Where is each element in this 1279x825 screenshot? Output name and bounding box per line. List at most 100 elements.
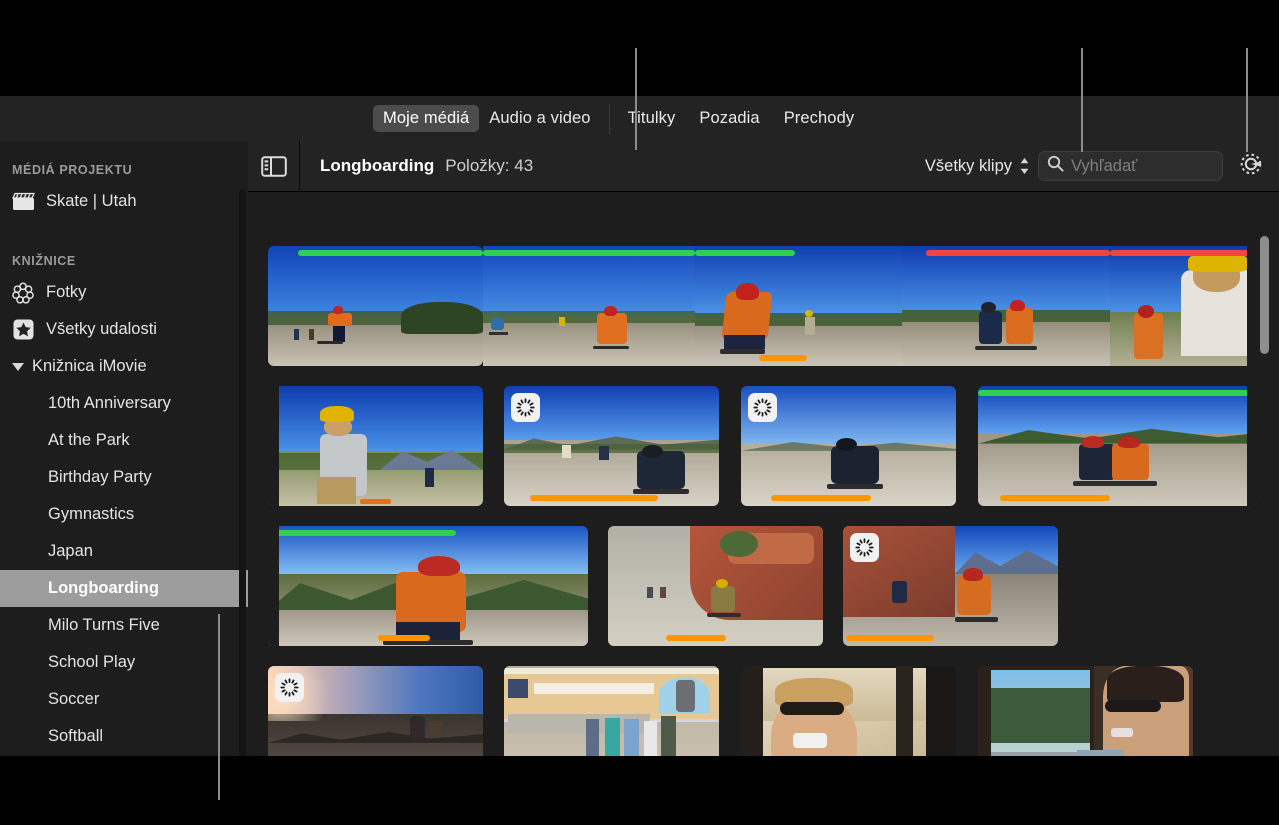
- media-grid[interactable]: [248, 192, 1279, 756]
- slow-motion-icon: [275, 673, 304, 702]
- sidebar-item-10th-anniversary[interactable]: 10th Anniversary: [0, 385, 248, 422]
- sidebar-item-birthday-party[interactable]: Birthday Party: [0, 459, 248, 496]
- sidebar-item-label: Knižnica iMovie: [32, 357, 147, 375]
- sidebar-item-label: School Play: [48, 653, 136, 671]
- clip-lone-skater-carve[interactable]: [741, 386, 956, 506]
- clip-skater-orange-shirt-a[interactable]: [268, 246, 483, 366]
- clip-van-laughing-guy[interactable]: [741, 666, 956, 756]
- sidebar-item-kniznica-imovie[interactable]: Knižnica iMovie: [0, 348, 248, 385]
- up-down-chevrons-icon[interactable]: [1019, 156, 1030, 176]
- sidebar-item-label: Milo Turns Five: [48, 616, 160, 634]
- search-input[interactable]: Vyhľadať: [1038, 151, 1223, 181]
- tab-titles[interactable]: Titulky: [618, 105, 686, 132]
- favorite-bar: [276, 530, 456, 536]
- slow-motion-icon: [748, 393, 777, 422]
- libraries-sidebar: MÉDIÁ PROJEKTU Skate | Utah KNIŽNICE Fot…: [0, 141, 248, 756]
- callout-line-search: [1081, 48, 1083, 152]
- sidebar-item-softball[interactable]: Softball: [0, 718, 248, 755]
- sidebar-toggle-icon[interactable]: [248, 140, 300, 192]
- favorite-bar: [483, 250, 695, 256]
- sidebar-item-label: Longboarding: [48, 579, 159, 597]
- sidebar-item-at-the-park[interactable]: At the Park: [0, 422, 248, 459]
- keyword-bar: [1000, 495, 1110, 501]
- keyword-bar: [530, 495, 658, 501]
- sidebar-item-label: Birthday Party: [48, 468, 152, 486]
- keyword-bar: [378, 635, 430, 641]
- sidebar-item-label: Fotky: [46, 283, 87, 301]
- clip-two-skaters-d[interactable]: [902, 246, 1110, 366]
- clip-red-rocks-road[interactable]: [608, 526, 823, 646]
- favorite-bar: [978, 390, 1250, 396]
- clip-downhill-pack[interactable]: [504, 386, 719, 506]
- gear-icon[interactable]: [1237, 150, 1265, 183]
- sidebar-item-label: Skate | Utah: [46, 192, 137, 210]
- sidebar-item-vsetky-udalosti[interactable]: Všetky udalosti: [0, 311, 248, 348]
- sidebar-item-soccer[interactable]: Soccer: [0, 681, 248, 718]
- media-scrollbar[interactable]: [1260, 236, 1269, 354]
- clip-filter-value[interactable]: Všetky klipy: [925, 157, 1012, 176]
- media-row: [268, 526, 1258, 646]
- photos-flower-icon: [12, 282, 46, 304]
- sidebar-section-project-media: MÉDIÁ PROJEKTU: [12, 163, 133, 177]
- tab-backgrounds[interactable]: Pozadia: [689, 105, 769, 132]
- tab-my-media[interactable]: Moje médiá: [373, 105, 480, 132]
- sidebar-item-label: Softball: [48, 727, 104, 745]
- sidebar-section-libraries: KNIŽNICE: [12, 254, 76, 268]
- sidebar-item-label: Japan: [48, 542, 93, 560]
- clip-skater-distance-b[interactable]: [483, 246, 695, 366]
- sidebar-item-longboarding[interactable]: Longboarding: [0, 570, 248, 607]
- browser-toolbar: Longboarding Položky: 43 Všetky klipy Vy…: [248, 140, 1279, 192]
- media-row: [268, 246, 1258, 366]
- search-icon: [1047, 155, 1064, 177]
- sidebar-item-label: Gymnastics: [48, 505, 135, 523]
- clip-pair-downhill-cont[interactable]: [268, 526, 588, 646]
- clip-continued-marker: [268, 526, 279, 646]
- sidebar-item-japan[interactable]: Japan: [0, 533, 248, 570]
- clip-yellow-helmet-cont[interactable]: [268, 386, 483, 506]
- clip-canyon-descent[interactable]: [843, 526, 1058, 646]
- keyword-bar: [846, 635, 934, 641]
- tab-audio-video[interactable]: Audio a video: [479, 105, 600, 132]
- slow-motion-icon: [850, 533, 879, 562]
- tabbar-divider: [608, 103, 610, 134]
- favorite-bar: [298, 250, 483, 256]
- clip-continues-marker: [1247, 246, 1258, 366]
- sidebar-item-skate-utah[interactable]: Skate | Utah: [0, 183, 248, 220]
- sidebar-scrollbar[interactable]: [239, 189, 246, 756]
- clip-continued-marker: [268, 386, 279, 506]
- rejected-bar: [1110, 250, 1250, 256]
- clapperboard-icon: [12, 192, 46, 211]
- clip-sunset-road[interactable]: [268, 666, 483, 756]
- sidebar-item-fotky[interactable]: Fotky: [0, 274, 248, 311]
- clip-yellow-helmet-e[interactable]: [1110, 246, 1258, 366]
- sidebar-item-school-play[interactable]: School Play: [0, 644, 248, 681]
- keyword-bar: [771, 495, 871, 501]
- sidebar-item-label: At the Park: [48, 431, 130, 449]
- media-browser: Longboarding Položky: 43 Všetky klipy Vy…: [248, 140, 1279, 756]
- page-title: Longboarding: [320, 156, 435, 175]
- clip-van-woman-talking[interactable]: [978, 666, 1193, 756]
- media-row: [268, 386, 1258, 506]
- sidebar-item-gymnastics[interactable]: Gymnastics: [0, 496, 248, 533]
- clip-crossroads-trading-post[interactable]: [504, 666, 719, 756]
- clip-skater-crouch-c[interactable]: [695, 246, 902, 366]
- sidebar-item-label: Soccer: [48, 690, 100, 708]
- rejected-bar: [926, 250, 1110, 256]
- slow-motion-icon: [511, 393, 540, 422]
- clip-continues-marker: [1247, 386, 1258, 506]
- favorite-bar: [695, 250, 795, 256]
- clip-pair-downhill[interactable]: [978, 386, 1258, 506]
- sidebar-item-label: Všetky udalosti: [46, 320, 157, 338]
- sidebar-item-label: 10th Anniversary: [48, 394, 171, 412]
- callout-line-settings: [1246, 48, 1248, 152]
- disclosure-triangle-icon[interactable]: [12, 362, 24, 371]
- callout-line-sidebar-selection: [218, 614, 220, 800]
- star-icon: [12, 318, 46, 341]
- keyword-bar: [666, 635, 726, 641]
- sidebar-item-milo-turns-five[interactable]: Milo Turns Five: [0, 607, 248, 644]
- keyword-bar: [759, 355, 807, 361]
- tab-transitions[interactable]: Prechody: [774, 105, 865, 132]
- search-placeholder: Vyhľadať: [1071, 156, 1138, 175]
- media-type-tabbar: Moje médiá Audio a video Titulky Pozadia…: [0, 96, 1279, 141]
- media-row: [268, 666, 1258, 756]
